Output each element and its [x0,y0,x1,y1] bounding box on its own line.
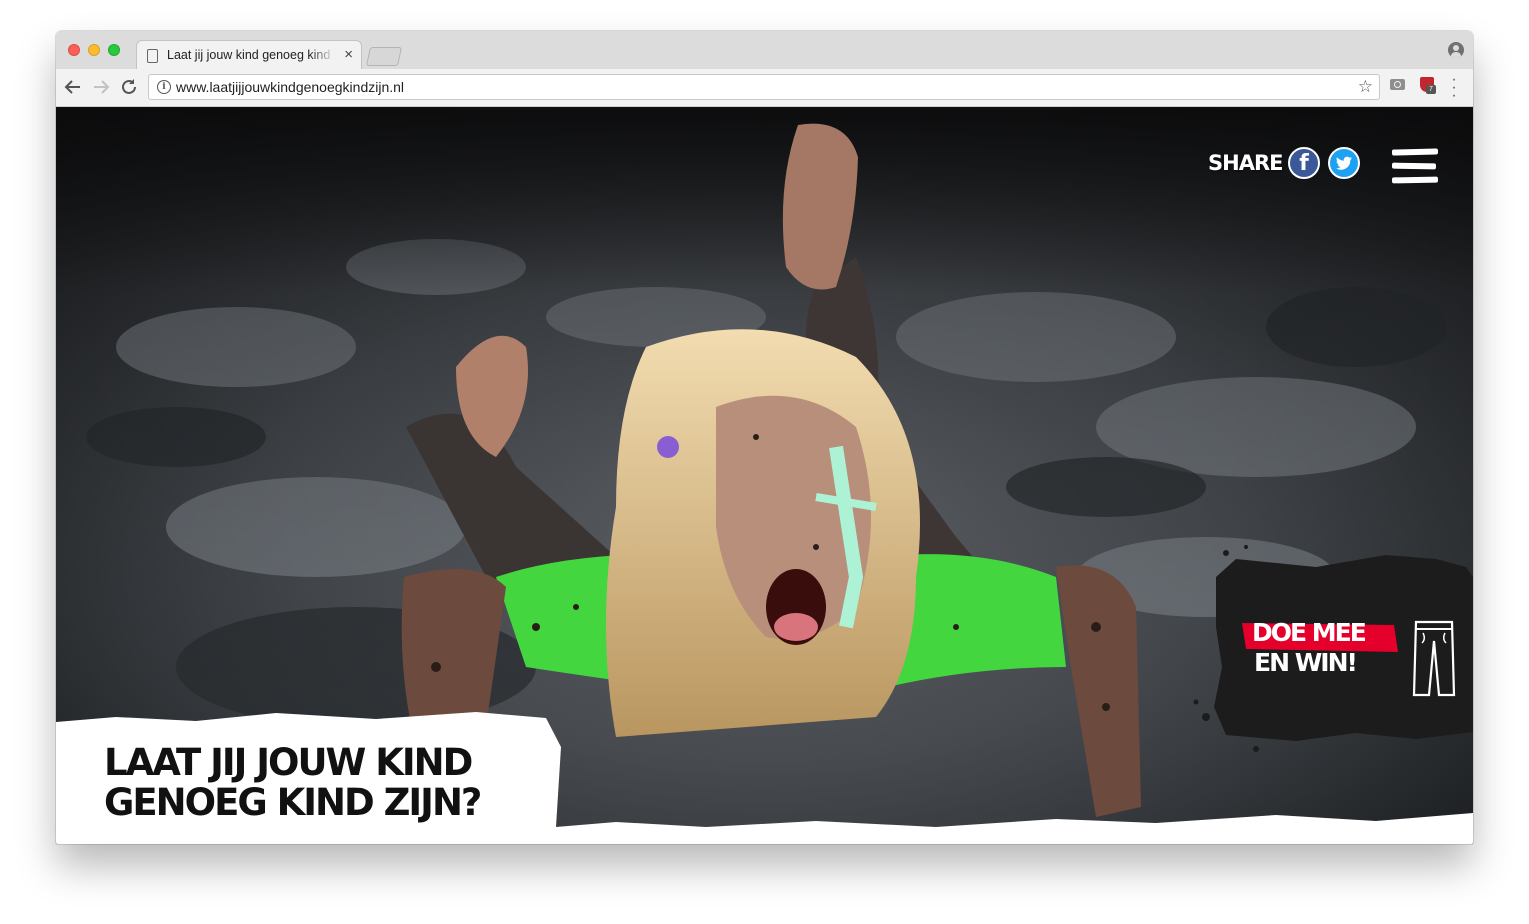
browser-tab-active[interactable]: Laat jij jouw kind genoeg kind zijn? × [136,40,362,70]
browser-toolbar: i www.laatjijjouwkindgenoegkindzijn.nl ☆… [56,69,1473,107]
more-menu-icon[interactable]: · · · [1449,72,1459,104]
browser-window: Laat jij jouw kind genoeg kind zijn? × i… [56,31,1473,844]
profile-icon[interactable] [1448,42,1464,58]
tab-close-icon[interactable]: × [344,46,353,64]
back-arrow-icon[interactable] [62,76,84,98]
jeans-icon[interactable] [1411,619,1457,699]
url-text[interactable]: www.laatjijjouwkindgenoegkindzijn.nl [176,79,404,95]
address-bar[interactable]: i www.laatjijjouwkindgenoegkindzijn.nl ☆ [148,74,1380,100]
maximize-window-button[interactable] [108,44,120,56]
share-twitter-icon[interactable] [1328,147,1360,179]
menu-bar-middle [1391,162,1437,170]
minimize-window-button[interactable] [88,44,100,56]
site-info-icon[interactable]: i [157,80,171,94]
share-label: SHARE [1208,151,1283,175]
menu-bar-top [1391,148,1439,156]
reload-icon[interactable] [118,76,140,98]
page-headline: LAAT JIJ JOUW KIND GENOEG KIND ZIJN? [104,741,482,824]
cta-en-win[interactable]: EN WIN! [1254,649,1358,677]
share-facebook-icon[interactable]: f [1288,147,1320,179]
page-favicon-icon [147,49,158,63]
menu-icon[interactable] [1391,148,1439,187]
camera-extension-icon[interactable] [1390,79,1405,90]
tab-title: Laat jij jouw kind genoeg kind zijn? [167,48,335,62]
new-tab-button[interactable] [365,47,403,66]
headline-line-1: LAAT JIJ JOUW KIND [104,741,473,784]
headline-line-2: GENOEG KIND ZIJN? [104,781,482,824]
extension-badge: 7 [1426,85,1436,94]
title-bar: Laat jij jouw kind genoeg kind zijn? × [56,31,1473,70]
forward-arrow-icon[interactable] [90,76,112,98]
menu-bar-bottom [1391,176,1439,184]
hero-photo [56,107,1473,844]
page-viewport: SHARE f LAAT JIJ JOUW KIND GENOEG KIND Z… [56,107,1473,844]
close-window-button[interactable] [68,44,80,56]
bookmark-star-icon[interactable]: ☆ [1358,77,1373,97]
cta-doe-mee[interactable]: DOE MEE [1252,619,1367,647]
